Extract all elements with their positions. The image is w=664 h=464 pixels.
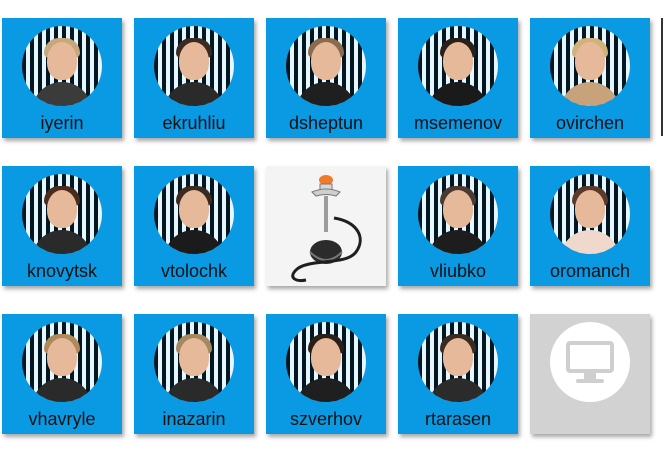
scrollbar[interactable] bbox=[661, 18, 663, 136]
avatar bbox=[550, 26, 630, 106]
avatar bbox=[154, 26, 234, 106]
avatar bbox=[154, 174, 234, 254]
avatar bbox=[22, 26, 102, 106]
user-tile-iyerin[interactable]: iyerin bbox=[2, 18, 122, 138]
user-tile-ekruhliu[interactable]: ekruhliu bbox=[134, 18, 254, 138]
tile-label: iyerin bbox=[40, 113, 84, 133]
avatar bbox=[154, 322, 234, 402]
avatar bbox=[286, 26, 366, 106]
tile-label: dsheptun bbox=[288, 113, 364, 133]
user-tile-dsheptun[interactable]: dsheptun bbox=[266, 18, 386, 138]
user-tile-ovirchen[interactable]: ovirchen bbox=[530, 18, 650, 138]
tile-label: inazarin bbox=[162, 409, 226, 429]
user-tile-szverhov[interactable]: szverhov bbox=[266, 314, 386, 434]
user-tile-inazarin[interactable]: inazarin bbox=[134, 314, 254, 434]
tile-label: ekruhliu bbox=[162, 113, 226, 133]
tile-label: szverhov bbox=[289, 409, 363, 429]
avatar bbox=[22, 174, 102, 254]
user-tile-oromanch[interactable]: oromanch bbox=[530, 166, 650, 286]
user-tile-msemenov[interactable]: msemenov bbox=[398, 18, 518, 138]
user-tile-vhavryle[interactable]: vhavryle bbox=[2, 314, 122, 434]
tile-label: ovirchen bbox=[555, 113, 625, 133]
user-tile-knovytsk[interactable]: knovytsk bbox=[2, 166, 122, 286]
avatar bbox=[550, 174, 630, 254]
tile-label: vhavryle bbox=[28, 409, 96, 429]
user-tile-vtolochk[interactable]: vtolochk bbox=[134, 166, 254, 286]
tile-label: vliubko bbox=[429, 261, 487, 281]
avatar bbox=[286, 322, 366, 402]
device-tile[interactable] bbox=[530, 314, 650, 434]
tile-label: rtarasen bbox=[424, 409, 492, 429]
image-tile[interactable] bbox=[266, 166, 386, 286]
monitor-icon bbox=[550, 322, 630, 402]
hookah-image bbox=[266, 166, 386, 286]
avatar bbox=[418, 26, 498, 106]
tile-label: oromanch bbox=[549, 261, 631, 281]
avatar bbox=[22, 322, 102, 402]
user-tile-rtarasen[interactable]: rtarasen bbox=[398, 314, 518, 434]
user-tile-vliubko[interactable]: vliubko bbox=[398, 166, 518, 286]
tile-label: msemenov bbox=[413, 113, 503, 133]
avatar bbox=[418, 322, 498, 402]
tile-label: knovytsk bbox=[26, 261, 98, 281]
tile-label: vtolochk bbox=[160, 261, 228, 281]
avatar bbox=[418, 174, 498, 254]
